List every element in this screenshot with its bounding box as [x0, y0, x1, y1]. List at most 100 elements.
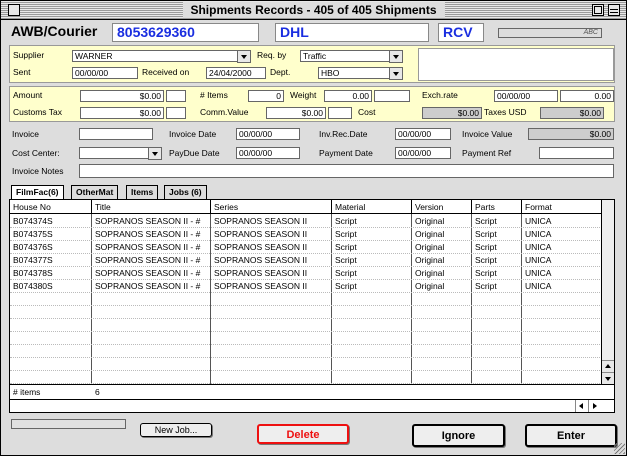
ignore-button[interactable]: Ignore [412, 424, 505, 447]
cell-parts: Script [475, 216, 497, 226]
table-row[interactable]: B074374S SOPRANOS SEASON II - # SOPRANOS S… [10, 215, 602, 228]
customs-currency-field[interactable] [166, 107, 186, 119]
table-row[interactable] [10, 358, 602, 371]
dept-field[interactable]: HBO [318, 67, 390, 79]
weight-unit-field[interactable] [374, 90, 410, 102]
cell-material: Script [335, 216, 357, 226]
tab-othermat[interactable]: OtherMat [71, 185, 119, 199]
taxes-label: Taxes USD [484, 107, 527, 117]
cell-version: Original [415, 268, 445, 278]
cell-title: SOPRANOS SEASON II - # [95, 229, 201, 239]
table-row[interactable] [10, 332, 602, 345]
cell-parts: Script [475, 229, 497, 239]
scroll-down-arrow-icon[interactable] [602, 372, 614, 384]
table-row[interactable]: B074378S SOPRANOS SEASON II - # SOPRANOS S… [10, 267, 602, 280]
invoice-notes-field[interactable] [79, 164, 614, 178]
column-header-title[interactable]: Title [92, 200, 211, 214]
table-row[interactable]: B074380S SOPRANOS SEASON II - # SOPRANOS S… [10, 280, 602, 293]
awb-courier-label: AWB/Courier [11, 23, 98, 39]
comm-field[interactable]: $0.00 [266, 107, 326, 119]
reqby-field[interactable]: Traffic [300, 50, 390, 62]
amount-label: Amount [13, 90, 43, 100]
invoice-label: Invoice [12, 129, 39, 139]
zoom-box-icon[interactable] [592, 4, 604, 16]
cell-version: Original [415, 281, 445, 291]
table-row[interactable] [10, 319, 602, 332]
table-row[interactable] [10, 371, 602, 384]
scroll-left-arrow-icon[interactable] [575, 400, 587, 412]
column-header-version[interactable]: Version [412, 200, 472, 214]
cell-house-no: B074377S [13, 255, 53, 265]
exchrate-field[interactable]: 0.00 [560, 90, 614, 102]
items-label: # Items [200, 90, 228, 100]
inv-rec-date-label: Inv.Rec.Date [319, 129, 368, 139]
table-row[interactable] [10, 306, 602, 319]
cost-center-dropdown-icon[interactable] [148, 147, 162, 160]
horizontal-scrollbar[interactable] [10, 399, 614, 412]
pay-due-date-field[interactable]: 00/00/00 [236, 147, 300, 159]
cost-center-label: Cost Center: [12, 148, 60, 158]
scroll-right-arrow-icon[interactable] [588, 400, 600, 412]
shipment-panel: Supplier WARNER Req. by Traffic Sent 00/… [9, 45, 615, 83]
cell-version: Original [415, 242, 445, 252]
supplier-field[interactable]: WARNER [72, 50, 238, 62]
items-field[interactable]: 0 [248, 90, 284, 102]
column-header-parts[interactable]: Parts [472, 200, 522, 214]
cell-series: SOPRANOS SEASON II [214, 255, 308, 265]
invoice-field[interactable] [79, 128, 153, 140]
sent-date-field[interactable]: 00/00/00 [72, 67, 138, 79]
table-row[interactable]: B074377S SOPRANOS SEASON II - # SOPRANOS S… [10, 254, 602, 267]
status-indicator: ABC [498, 28, 602, 38]
column-header-house-no[interactable]: House No [10, 200, 92, 214]
delete-button[interactable]: Delete [257, 424, 349, 444]
column-header-series[interactable]: Series [211, 200, 332, 214]
shipment-notes-box[interactable] [418, 48, 614, 81]
awb-number-field[interactable]: 8053629360 [112, 23, 259, 42]
cell-format: UNICA [525, 229, 552, 239]
new-job-button[interactable]: New Job... [140, 423, 212, 437]
cell-series: SOPRANOS SEASON II [214, 229, 308, 239]
comm-currency-field[interactable] [328, 107, 352, 119]
weight-field[interactable]: 0.00 [324, 90, 372, 102]
exchrate-date-field[interactable]: 00/00/00 [494, 90, 558, 102]
cell-house-no: B074375S [13, 229, 53, 239]
cell-title: SOPRANOS SEASON II - # [95, 216, 201, 226]
amount-currency-field[interactable] [166, 90, 186, 102]
invoice-date-field[interactable]: 00/00/00 [236, 128, 300, 140]
taxes-field: $0.00 [540, 107, 604, 119]
vertical-scrollbar[interactable] [601, 200, 614, 384]
close-box-icon[interactable] [8, 4, 20, 16]
column-header-material[interactable]: Material [332, 200, 412, 214]
tab-filmfac[interactable]: FilmFac(6) [11, 185, 64, 200]
courier-field[interactable]: DHL [275, 23, 429, 42]
cost-center-field[interactable] [79, 147, 149, 159]
table-row[interactable]: B074376S SOPRANOS SEASON II - # SOPRANOS S… [10, 241, 602, 254]
scroll-up-arrow-icon[interactable] [602, 360, 614, 372]
title-bar[interactable]: Shipments Records - 405 of 405 Shipments [1, 1, 626, 20]
table-row[interactable] [10, 345, 602, 358]
supplier-dropdown-icon[interactable] [237, 50, 251, 63]
table-row[interactable]: B074375S SOPRANOS SEASON II - # SOPRANOS S… [10, 228, 602, 241]
received-date-field[interactable]: 24/04/2000 [206, 67, 266, 79]
invoice-value-label: Invoice Value [462, 129, 513, 139]
cell-title: SOPRANOS SEASON II - # [95, 268, 201, 278]
invoice-date-label: Invoice Date [169, 129, 217, 139]
table-row[interactable] [10, 293, 602, 306]
payment-date-label: Payment Date [319, 148, 373, 158]
enter-button[interactable]: Enter [525, 424, 617, 447]
cell-format: UNICA [525, 255, 552, 265]
cell-version: Original [415, 216, 445, 226]
tab-jobs[interactable]: Jobs (6) [164, 185, 207, 199]
resize-grip-icon[interactable] [614, 443, 625, 454]
collapse-box-icon[interactable] [608, 4, 620, 16]
customs-field[interactable]: $0.00 [80, 107, 164, 119]
column-header-format[interactable]: Format [522, 200, 602, 214]
inv-rec-date-field[interactable]: 00/00/00 [395, 128, 451, 140]
payment-ref-field[interactable] [539, 147, 614, 159]
dept-dropdown-icon[interactable] [389, 67, 403, 80]
amount-field[interactable]: $0.00 [80, 90, 164, 102]
payment-date-field[interactable]: 00/00/00 [395, 147, 451, 159]
tab-items[interactable]: Items [126, 185, 159, 199]
reqby-dropdown-icon[interactable] [389, 50, 403, 63]
status-field[interactable]: RCV [438, 23, 484, 42]
